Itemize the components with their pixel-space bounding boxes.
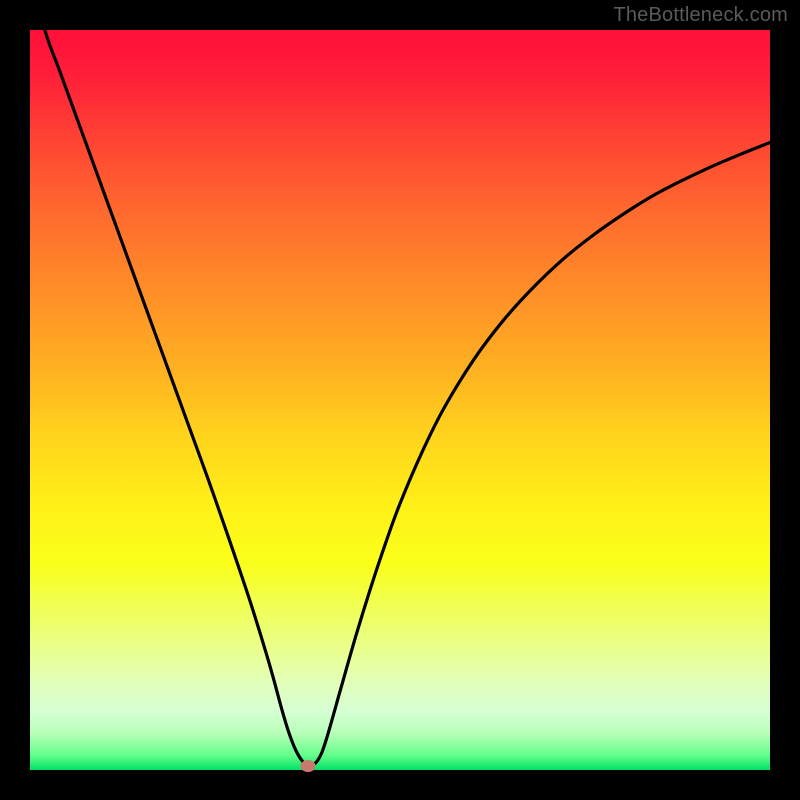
watermark-text: TheBottleneck.com bbox=[613, 4, 788, 27]
chart-plot-area bbox=[30, 30, 770, 770]
minimum-marker-dot bbox=[300, 760, 315, 772]
bottleneck-curve bbox=[30, 30, 770, 770]
